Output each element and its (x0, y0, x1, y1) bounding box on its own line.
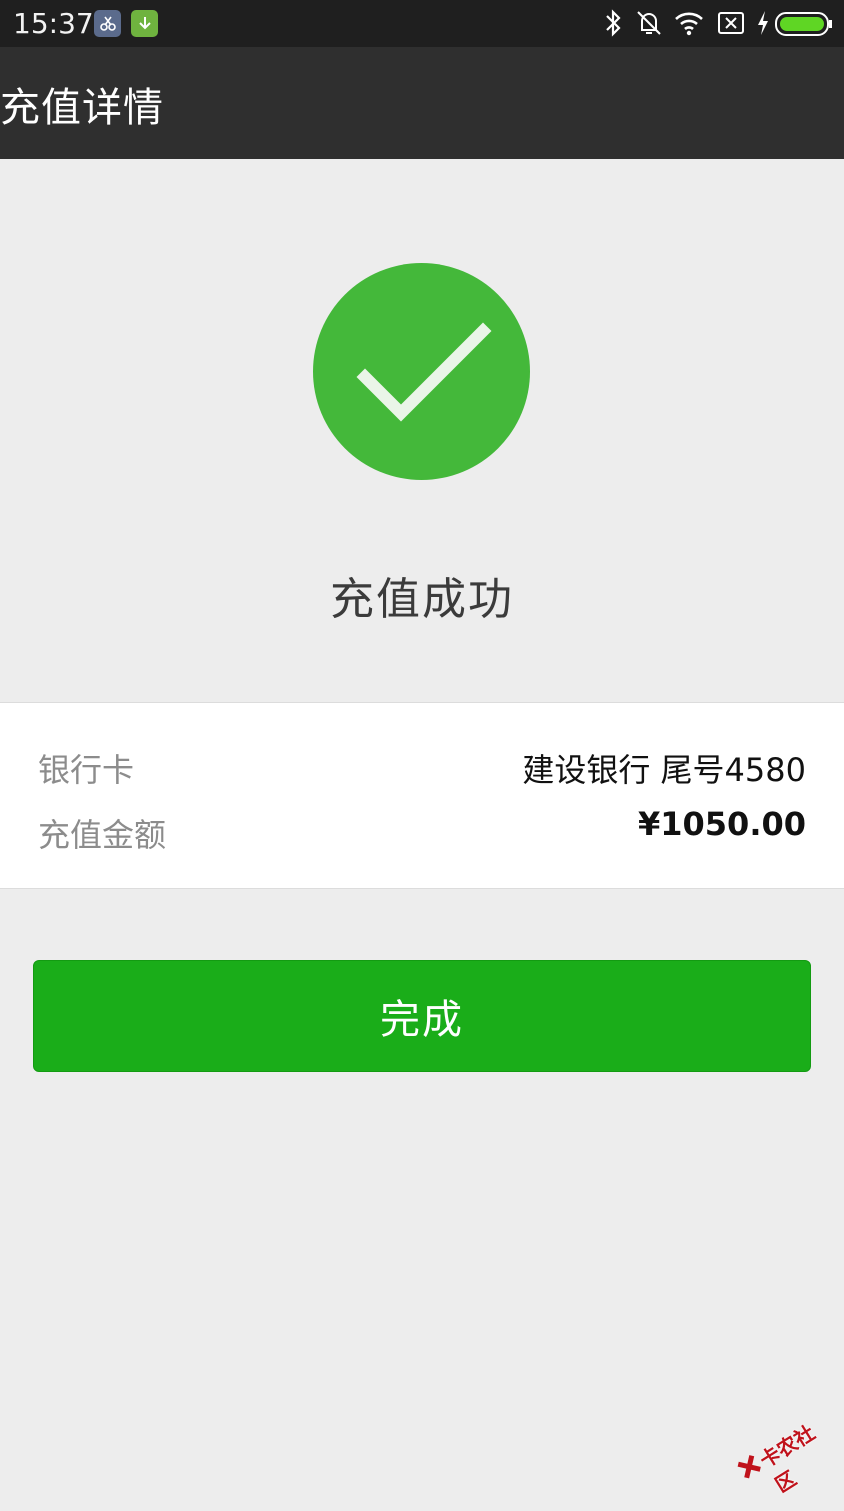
status-bar: 15:37 (0, 0, 844, 47)
status-time: 15:37 (13, 7, 94, 40)
vibrate-off-icon (634, 8, 664, 42)
result-status-text: 充值成功 (330, 574, 514, 625)
no-sim-icon (716, 8, 746, 42)
watermark-logo: 卡农社区 (728, 1400, 844, 1504)
wifi-icon (673, 8, 705, 42)
amount-value: ¥1050.00 (637, 805, 806, 843)
done-button[interactable]: 完成 (33, 960, 811, 1072)
bank-card-value: 建设银行 尾号4580 (522, 751, 806, 789)
page-title: 充值详情 (0, 85, 164, 131)
bluetooth-icon (602, 8, 624, 42)
battery-icon (775, 12, 833, 40)
scissors-app-icon (94, 10, 121, 37)
bank-card-label: 银行卡 (38, 751, 135, 789)
watermark-text: 卡农社区 (756, 1422, 820, 1498)
app-bar: 充值详情 (0, 47, 844, 159)
amount-label: 充值金额 (38, 816, 167, 854)
detail-card: 银行卡 建设银行 尾号4580 充值金额 ¥1050.00 (0, 702, 844, 889)
download-app-icon (131, 10, 158, 37)
success-check-icon (313, 263, 530, 480)
charging-icon (754, 8, 772, 42)
